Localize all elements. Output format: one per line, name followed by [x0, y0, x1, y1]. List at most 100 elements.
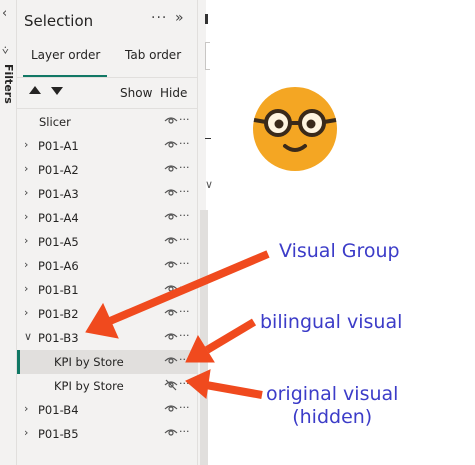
more-options-icon[interactable]: ···: [151, 10, 167, 26]
canvas-fragment: [205, 138, 211, 139]
annotation-visual-group: Visual Group: [279, 240, 400, 262]
more-options-icon[interactable]: ···: [179, 353, 190, 366]
more-options-icon[interactable]: ···: [179, 233, 190, 246]
layer-label: P01-B1: [38, 283, 79, 297]
eye-icon[interactable]: [164, 137, 178, 151]
pane-title: Selection: [24, 12, 94, 30]
more-options-icon[interactable]: ···: [179, 113, 190, 126]
tab-layer-order[interactable]: Layer order: [31, 48, 100, 62]
chevron-right-icon[interactable]: ›: [24, 210, 28, 223]
filters-pane-collapsed[interactable]: ‹ ⩒ Filters: [0, 0, 17, 465]
chevron-right-icon[interactable]: ›: [24, 282, 28, 295]
more-options-icon[interactable]: ···: [179, 161, 190, 174]
hide-all-button[interactable]: Hide: [160, 86, 187, 100]
divider: [17, 108, 197, 109]
more-options-icon[interactable]: ···: [179, 401, 190, 414]
layer-row[interactable]: KPI by Store ···: [17, 374, 197, 398]
chevron-right-icon[interactable]: ›: [24, 234, 28, 247]
chevron-left-icon[interactable]: ‹: [2, 6, 7, 21]
layer-row[interactable]: ∨ P01-B3 ···: [17, 326, 197, 350]
layer-row[interactable]: › P01-A6 ···: [17, 254, 197, 278]
glasses-arm-right: [323, 118, 337, 124]
layer-row[interactable]: › P01-A5 ···: [17, 230, 197, 254]
more-options-icon[interactable]: ···: [179, 425, 190, 438]
eye-icon[interactable]: [164, 425, 178, 439]
chevron-right-icon[interactable]: ›: [24, 186, 28, 199]
layer-label: P01-A5: [38, 235, 79, 249]
chevron-down-icon[interactable]: ∨: [24, 330, 32, 343]
double-chevron-right-icon[interactable]: »: [175, 10, 184, 26]
arrow-bilingual-visual: [204, 318, 257, 354]
canvas-fragment: [205, 42, 210, 70]
eye-hidden-icon[interactable]: [164, 377, 178, 391]
more-options-icon[interactable]: ···: [179, 137, 190, 150]
layer-label: P01-B5: [38, 427, 79, 441]
chevron-right-icon[interactable]: ›: [24, 306, 28, 319]
eye-icon[interactable]: [164, 257, 178, 271]
layer-row[interactable]: › P01-A1 ···: [17, 134, 197, 158]
layer-label: P01-B4: [38, 403, 79, 417]
annotation-line: (hidden): [292, 405, 373, 428]
chevron-right-icon[interactable]: ›: [24, 426, 28, 439]
funnel-icon: ⩒: [2, 44, 9, 57]
more-options-icon[interactable]: ···: [179, 329, 190, 342]
eye-icon[interactable]: [164, 185, 178, 199]
eye-icon[interactable]: [164, 329, 178, 343]
divider: [17, 77, 197, 78]
chevron-right-icon[interactable]: ›: [24, 162, 28, 175]
tab-tab-order[interactable]: Tab order: [125, 48, 181, 62]
triangle-up-icon[interactable]: [29, 86, 41, 94]
layer-label: P01-A1: [38, 139, 79, 153]
eye-icon[interactable]: [164, 281, 178, 295]
chevron-right-icon[interactable]: ›: [24, 402, 28, 415]
layer-label: P01-A2: [38, 163, 79, 177]
selected-indicator: [17, 350, 20, 374]
eye-icon[interactable]: [164, 353, 178, 367]
annotation-original-visual: original visual (hidden): [266, 383, 398, 429]
filters-label[interactable]: Filters: [2, 64, 15, 104]
more-options-icon[interactable]: ···: [179, 305, 190, 318]
glasses-arm-left: [253, 118, 267, 124]
layer-row[interactable]: KPI by Store ···: [17, 350, 197, 374]
layer-label: P01-A4: [38, 211, 79, 225]
layer-label: Slicer: [39, 115, 71, 129]
canvas-scrollbar[interactable]: [200, 210, 208, 465]
nerd-face-icon: [253, 87, 337, 171]
annotation-line: original visual: [266, 383, 399, 405]
right-pupil: [306, 119, 316, 129]
layer-row[interactable]: › P01-B4 ···: [17, 398, 197, 422]
layer-row[interactable]: › P01-B2 ···: [17, 302, 197, 326]
more-options-icon[interactable]: ···: [179, 185, 190, 198]
chevron-right-icon[interactable]: ›: [24, 258, 28, 271]
eye-icon[interactable]: [164, 401, 178, 415]
more-options-icon[interactable]: ···: [179, 257, 190, 270]
more-options-icon[interactable]: ···: [179, 377, 190, 390]
canvas-fragment: [205, 14, 208, 24]
left-pupil: [274, 119, 284, 129]
more-options-icon[interactable]: ···: [179, 281, 190, 294]
layer-row[interactable]: Slicer ···: [17, 110, 197, 134]
layer-label: P01-B2: [38, 307, 79, 321]
layer-row[interactable]: › P01-A2 ···: [17, 158, 197, 182]
eye-icon[interactable]: [164, 161, 178, 175]
eye-icon[interactable]: [164, 113, 178, 127]
arrow-original-visual: [205, 381, 263, 399]
chevron-down-icon: ∨: [205, 178, 214, 191]
layer-row[interactable]: › P01-B5 ···: [17, 422, 197, 446]
layer-label: P01-B3: [38, 331, 79, 345]
layer-row[interactable]: › P01-A4 ···: [17, 206, 197, 230]
show-all-button[interactable]: Show: [120, 86, 152, 100]
eye-icon[interactable]: [164, 305, 178, 319]
layer-row[interactable]: › P01-A3 ···: [17, 182, 197, 206]
layer-label: KPI by Store: [54, 379, 124, 393]
layer-label: KPI by Store: [54, 355, 124, 369]
triangle-down-icon[interactable]: [51, 87, 63, 95]
selection-pane: Selection ··· » Layer order Tab order Sh…: [17, 0, 197, 465]
more-options-icon[interactable]: ···: [179, 209, 190, 222]
layer-row[interactable]: › P01-B1 ···: [17, 278, 197, 302]
chevron-right-icon[interactable]: ›: [24, 138, 28, 151]
annotation-bilingual-visual: bilingual visual: [260, 311, 403, 333]
eye-icon[interactable]: [164, 209, 178, 223]
layer-label: P01-A6: [38, 259, 79, 273]
eye-icon[interactable]: [164, 233, 178, 247]
